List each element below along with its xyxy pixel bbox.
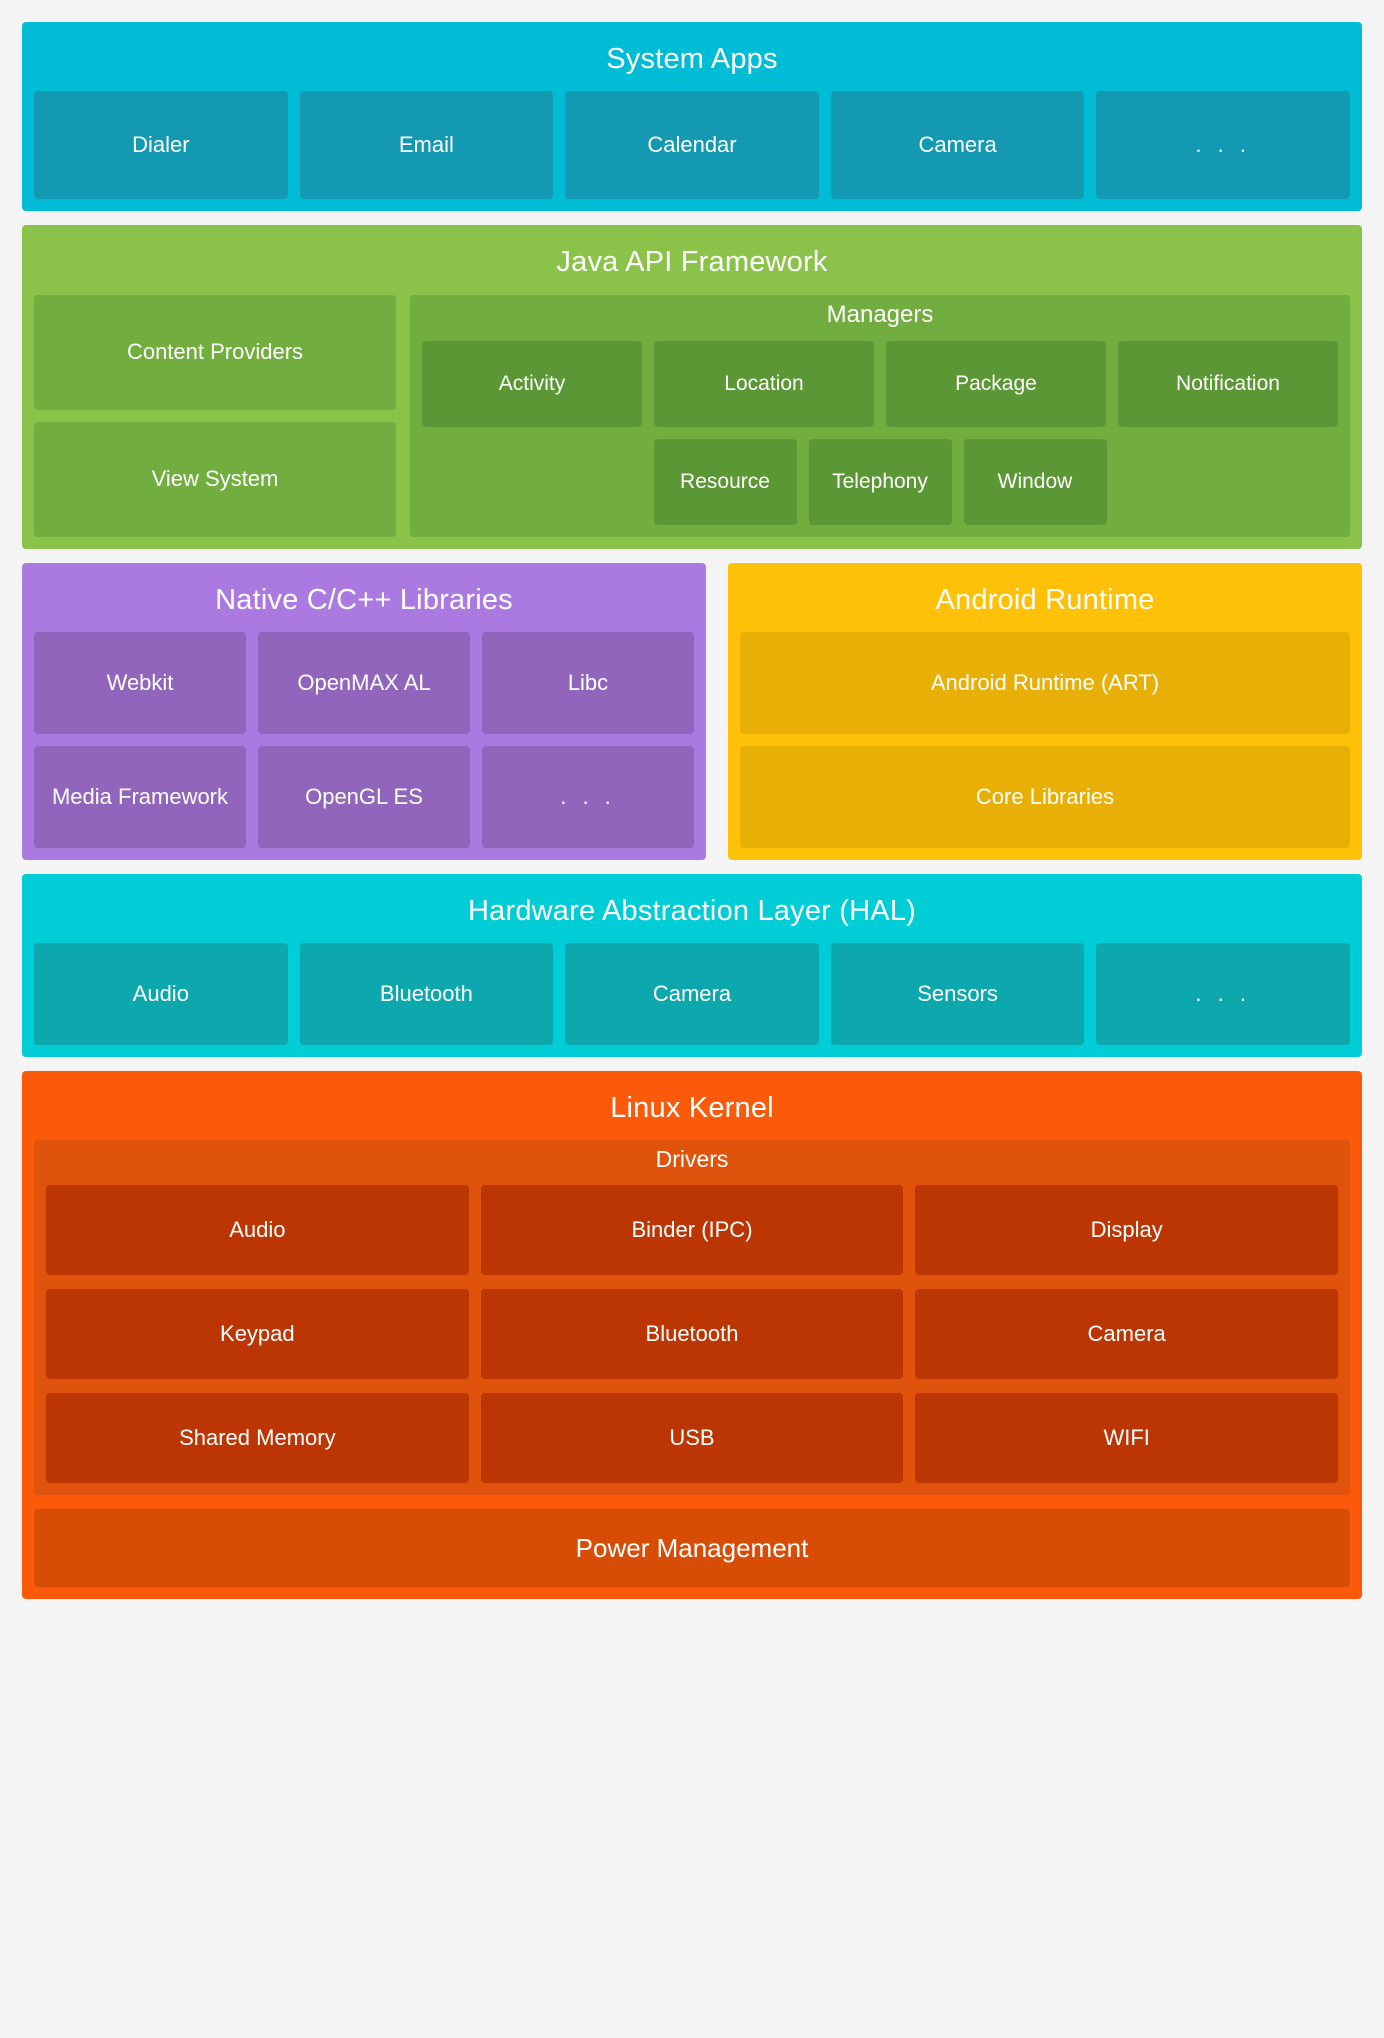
driver-binder-ipc: Binder (IPC) [480, 1185, 904, 1276]
native-libraries-title: Native C/C++ Libraries [215, 583, 513, 616]
hal-more: . . . [1096, 943, 1350, 1045]
driver-audio: Audio [46, 1185, 469, 1276]
manager-package: Package [886, 340, 1106, 427]
system-app-camera: Camera [830, 91, 1085, 200]
middle-layer-group: Native C/C++ Libraries Webkit OpenMAX AL… [22, 562, 1362, 860]
manager-resource: Resource [653, 438, 797, 525]
managers-group: Managers Activity Location Package Notif… [410, 294, 1350, 537]
layer-hardware-abstraction: Hardware Abstraction Layer (HAL) Audio B… [22, 873, 1362, 1057]
drivers-row-3: Shared Memory USB WIFI [46, 1393, 1339, 1484]
driver-wifi: WIFI [915, 1393, 1339, 1484]
layer-android-runtime: Android Runtime Android Runtime (ART) Co… [728, 562, 1362, 860]
drivers-title: Drivers [655, 1146, 729, 1173]
manager-location: Location [654, 340, 874, 427]
hal-title: Hardware Abstraction Layer (HAL) [467, 894, 917, 927]
driver-shared-memory: Shared Memory [46, 1393, 469, 1484]
layer-linux-kernel: Linux Kernel Drivers Audio Binder (IPC) … [22, 1071, 1362, 1600]
content-providers-box: Content Providers [34, 294, 396, 410]
runtime-core-libraries-box: Core Libraries [740, 745, 1350, 848]
hal-sensors: Sensors [830, 943, 1085, 1045]
native-lib-webkit: Webkit [34, 631, 246, 734]
hal-audio: Audio [34, 943, 288, 1045]
manager-notification: Notification [1118, 340, 1338, 427]
drivers-row-2: Keypad Bluetooth Camera [46, 1289, 1339, 1380]
system-apps-title: System Apps [606, 43, 778, 75]
manager-telephony: Telephony [808, 438, 952, 525]
drivers-row-1: Audio Binder (IPC) Display [46, 1185, 1339, 1276]
managers-row-1: Activity Location Package Notification [422, 340, 1338, 427]
native-libraries-row-1: Webkit OpenMAX AL Libc [34, 631, 694, 734]
native-libraries-row-2: Media Framework OpenGL ES . . . [34, 745, 694, 848]
driver-camera: Camera [915, 1289, 1339, 1380]
system-app-more: . . . [1096, 91, 1350, 200]
hal-bluetooth: Bluetooth [299, 943, 554, 1045]
hal-row: Audio Bluetooth Camera Sensors . . . [34, 943, 1350, 1045]
driver-bluetooth: Bluetooth [480, 1289, 904, 1380]
managers-row-2: Resource Telephony Window [422, 438, 1338, 525]
native-lib-media-framework: Media Framework [34, 745, 246, 848]
linux-kernel-title: Linux Kernel [610, 1092, 774, 1124]
java-framework-title: Java API Framework [556, 246, 828, 279]
layer-system-apps: System Apps Dialer Email Calendar Camera… [22, 22, 1362, 212]
native-lib-libc: Libc [482, 631, 694, 734]
android-runtime-row-1: Android Runtime (ART) [740, 631, 1350, 734]
hal-camera: Camera [565, 943, 819, 1045]
system-apps-row: Dialer Email Calendar Camera . . . [34, 91, 1350, 200]
driver-display: Display [915, 1185, 1339, 1276]
layer-native-libraries: Native C/C++ Libraries Webkit OpenMAX AL… [22, 562, 706, 860]
view-system-box: View System [34, 421, 396, 537]
native-lib-openmax-al: OpenMAX AL [258, 631, 470, 734]
native-lib-opengl-es: OpenGL ES [258, 745, 470, 848]
android-runtime-row-2: Core Libraries [740, 745, 1350, 848]
manager-activity: Activity [422, 340, 642, 427]
driver-usb: USB [480, 1393, 904, 1484]
managers-title: Managers [826, 300, 934, 328]
driver-keypad: Keypad [46, 1289, 469, 1380]
power-management-box: Power Management [34, 1509, 1350, 1588]
layer-java-api-framework: Java API Framework Content Providers Vie… [22, 225, 1362, 549]
system-app-calendar: Calendar [565, 91, 819, 200]
native-lib-more: . . . [482, 745, 694, 848]
system-app-dialer: Dialer [34, 91, 288, 200]
android-runtime-title: Android Runtime [935, 583, 1155, 616]
java-framework-body: Content Providers View System Managers A… [34, 294, 1350, 537]
drivers-group: Drivers Audio Binder (IPC) Display Keypa… [34, 1140, 1350, 1496]
java-framework-left-column: Content Providers View System [34, 294, 396, 537]
manager-window: Window [963, 438, 1107, 525]
runtime-art-box: Android Runtime (ART) [740, 631, 1350, 734]
system-app-email: Email [299, 91, 554, 200]
android-architecture-diagram: System Apps Dialer Email Calendar Camera… [0, 0, 1384, 2038]
